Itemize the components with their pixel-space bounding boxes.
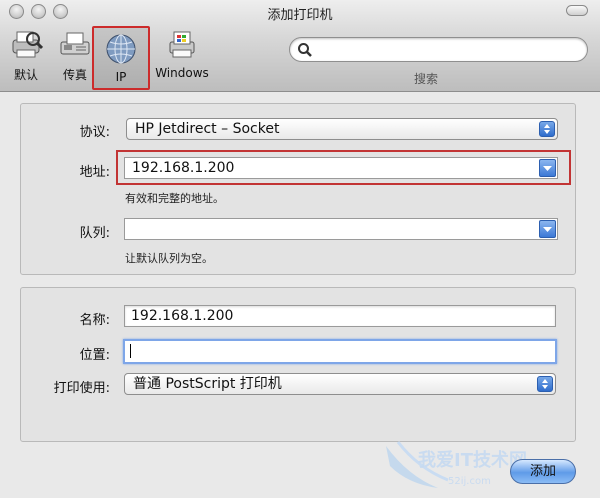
protocol-label: 协议: <box>79 125 110 140</box>
default-printer-icon <box>12 31 43 58</box>
location-label: 位置: <box>79 348 110 363</box>
print-using-popup[interactable]: 普通 PostScript 打印机 <box>124 373 556 395</box>
stepper-arrows-icon <box>537 376 553 392</box>
address-input[interactable]: 192.168.1.200 <box>132 160 234 176</box>
search-icon <box>298 43 312 57</box>
toolbar-toggle-button[interactable] <box>566 5 588 16</box>
name-field[interactable]: 192.168.1.200 <box>124 305 556 327</box>
toolbar-ip-button[interactable]: IP <box>92 26 150 90</box>
print-using-label: 打印使用: <box>53 381 110 396</box>
search-caption: 搜索 <box>414 72 439 86</box>
queue-label: 队列: <box>79 226 110 241</box>
print-using-value: 普通 PostScript 打印机 <box>133 376 282 392</box>
ip-globe-icon <box>106 34 136 64</box>
location-field[interactable] <box>123 339 557 364</box>
name-input[interactable]: 192.168.1.200 <box>131 308 233 324</box>
toolbar-windows-button[interactable]: Windows <box>152 28 212 88</box>
watermark-logo: 我爱IT技术网 52ij.com <box>386 441 527 488</box>
text-caret <box>130 344 131 358</box>
toolbar-windows-label: Windows <box>155 66 209 80</box>
window-toolbar: 添加打印机 默认 传真 IP Windows 搜索 <box>0 0 600 92</box>
chevron-down-icon[interactable] <box>539 159 556 177</box>
queue-hint: 让默认队列为空。 <box>125 252 213 265</box>
protocol-value: HP Jetdirect – Socket <box>135 121 280 137</box>
add-button[interactable]: 添加 <box>510 459 576 484</box>
toolbar-ip-label: IP <box>115 70 127 84</box>
toolbar-default-button[interactable]: 默认 <box>6 28 46 88</box>
toolbar-fax-button[interactable]: 传真 <box>53 28 97 88</box>
address-label: 地址: <box>79 165 110 180</box>
name-label: 名称: <box>79 313 110 328</box>
protocol-popup[interactable]: HP Jetdirect – Socket <box>126 118 558 140</box>
address-combo[interactable]: 192.168.1.200 <box>124 157 558 179</box>
toolbar-default-label: 默认 <box>13 68 38 82</box>
window-title: 添加打印机 <box>267 8 333 23</box>
windows-printer-icon <box>169 31 195 58</box>
svg-text:52ij.com: 52ij.com <box>448 476 491 487</box>
chevron-down-icon[interactable] <box>539 220 556 238</box>
search-field[interactable] <box>289 37 588 62</box>
fax-icon <box>60 32 90 55</box>
stepper-arrows-icon <box>539 121 555 137</box>
queue-combo[interactable] <box>124 218 558 240</box>
address-hint: 有效和完整的地址。 <box>125 192 224 205</box>
toolbar-fax-label: 传真 <box>62 68 87 82</box>
